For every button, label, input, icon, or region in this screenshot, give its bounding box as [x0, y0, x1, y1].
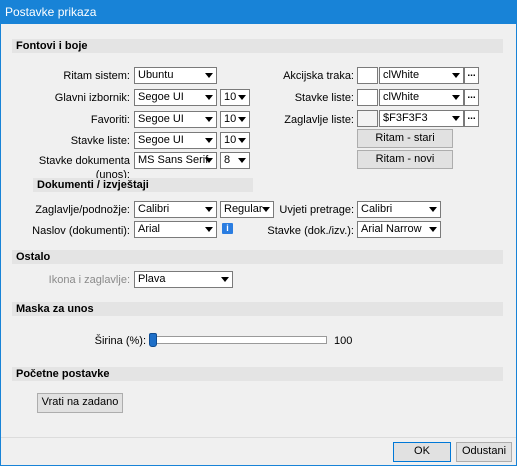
chevron-down-icon	[452, 95, 460, 100]
title-docs-font-select[interactable]: Arial	[134, 221, 217, 238]
action-bar-color-swatch	[357, 67, 378, 84]
chevron-down-icon	[205, 73, 213, 78]
action-bar-color-select[interactable]: clWhite	[379, 67, 464, 84]
section-initial-settings: Početne postavke	[12, 367, 503, 381]
header-footer-style-select[interactable]: Regular	[220, 201, 274, 218]
chevron-down-icon	[205, 138, 213, 143]
icon-header-select[interactable]: Plava	[134, 271, 233, 288]
list-items-color-swatch	[357, 89, 378, 106]
list-header-more-button[interactable]: ...	[464, 110, 479, 127]
action-bar-label: Akcijska traka:	[283, 70, 354, 82]
chevron-down-icon	[205, 227, 213, 232]
chevron-down-icon	[262, 207, 270, 212]
doc-items-size-select[interactable]: 8	[220, 152, 250, 169]
list-items-color-select[interactable]: clWhite	[379, 89, 464, 106]
cancel-button[interactable]: Odustani	[456, 442, 512, 462]
chevron-down-icon	[221, 277, 229, 282]
section-fonts-colors: Fontovi i boje	[12, 39, 503, 53]
title-docs-label: Naslov (dokumenti):	[32, 225, 130, 237]
list-header-color-select[interactable]: $F3F3F3	[379, 110, 464, 127]
chevron-down-icon	[429, 227, 437, 232]
chevron-down-icon	[238, 95, 246, 100]
footer-divider	[1, 437, 516, 438]
chevron-down-icon	[238, 158, 246, 163]
width-label: Širina (%):	[94, 335, 146, 347]
chevron-down-icon	[452, 73, 460, 78]
favorites-font-select[interactable]: Segoe UI	[134, 111, 217, 128]
action-bar-more-button[interactable]: ...	[464, 67, 479, 84]
list-items-size-select[interactable]: 10	[220, 132, 250, 149]
ok-button[interactable]: OK	[393, 442, 451, 462]
rhythm-new-button[interactable]: Ritam - novi	[357, 150, 453, 169]
section-other: Ostalo	[12, 250, 503, 264]
rhythm-system-font-select[interactable]: Ubuntu	[134, 67, 217, 84]
chevron-down-icon	[238, 117, 246, 122]
icon-header-label: Ikona i zaglavlje:	[48, 274, 130, 286]
section-documents: Dokumenti / izvještaji	[33, 178, 253, 192]
width-value: 100	[334, 335, 353, 347]
chevron-down-icon	[205, 95, 213, 100]
chevron-down-icon	[205, 207, 213, 212]
favorites-size-select[interactable]: 10	[220, 111, 250, 128]
chevron-down-icon	[429, 207, 437, 212]
header-footer-label: Zaglavlje/podnožje:	[35, 204, 130, 216]
width-slider-track[interactable]	[149, 336, 327, 344]
chevron-down-icon	[238, 138, 246, 143]
items-docs-label: Stavke (dok./izv.):	[267, 225, 354, 237]
chevron-down-icon	[452, 116, 460, 121]
doc-items-font-select[interactable]: MS Sans Serif	[134, 152, 217, 169]
main-menu-font-select[interactable]: Segoe UI	[134, 89, 217, 106]
section-input-mask: Maska za unos	[12, 302, 503, 316]
rhythm-old-button[interactable]: Ritam - stari	[357, 129, 453, 148]
header-footer-font-select[interactable]: Calibri	[134, 201, 217, 218]
width-slider-thumb[interactable]	[149, 333, 157, 347]
list-items-more-button[interactable]: ...	[464, 89, 479, 106]
chevron-down-icon	[205, 117, 213, 122]
chevron-down-icon	[205, 158, 213, 163]
main-menu-size-select[interactable]: 10	[220, 89, 250, 106]
favorites-label: Favoriti:	[90, 114, 130, 126]
search-conditions-font-select[interactable]: Calibri	[357, 201, 441, 218]
list-header-label: Zaglavlje liste:	[284, 114, 354, 126]
list-items-font-label: Stavke liste:	[70, 135, 130, 147]
info-icon[interactable]: i	[222, 223, 233, 234]
main-menu-label: Glavni izbornik:	[54, 92, 130, 104]
list-header-color-swatch	[357, 110, 378, 127]
search-conditions-label: Uvjeti pretrage:	[279, 204, 354, 216]
items-docs-font-select[interactable]: Arial Narrow	[357, 221, 441, 238]
window-title: Postavke prikaza	[0, 0, 517, 24]
reset-defaults-button[interactable]: Vrati na zadano	[37, 393, 123, 413]
rhythm-system-label: Ritam sistem:	[63, 70, 130, 82]
list-items-color-label: Stavke liste:	[294, 92, 354, 104]
list-items-font-select[interactable]: Segoe UI	[134, 132, 217, 149]
